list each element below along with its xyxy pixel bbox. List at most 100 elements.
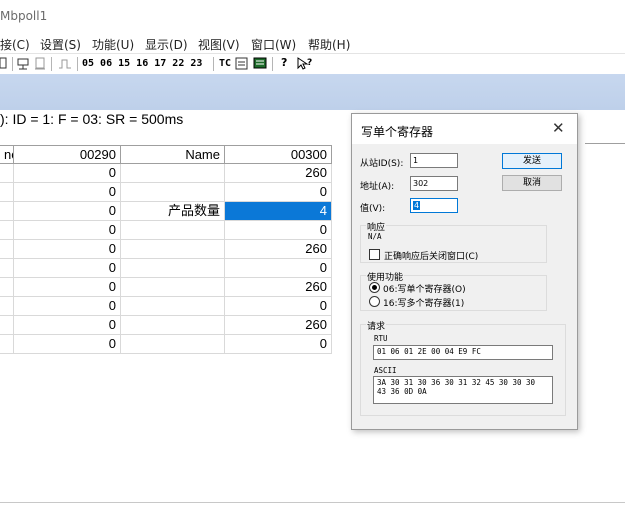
func-06-label[interactable]: 06:写单个寄存器(O) <box>383 282 466 295</box>
table-cell[interactable] <box>121 221 225 240</box>
menu-bar: 接(C) 设置(S) 功能(U) 显示(D) 视图(V) 窗口(W) 帮助(H) <box>0 33 625 53</box>
table-cell[interactable] <box>0 297 14 316</box>
table-cell[interactable]: 0 <box>225 335 332 354</box>
table-cell[interactable]: 260 <box>225 316 332 335</box>
slave-id-field[interactable]: 1 <box>410 153 458 168</box>
menu-window[interactable]: 窗口(W) <box>251 36 296 53</box>
close-after-response-checkbox[interactable] <box>369 249 380 260</box>
dialog-title: 写单个寄存器 <box>361 125 434 139</box>
close-after-response-label[interactable]: 正确响应后关闭窗口(C) <box>384 249 478 262</box>
func-16-radio[interactable] <box>369 296 380 307</box>
table-cell[interactable]: 0 <box>14 316 121 335</box>
table-cell[interactable] <box>0 240 14 259</box>
table-cell[interactable] <box>0 335 14 354</box>
context-help-icon[interactable]: ? <box>297 57 313 71</box>
table-cell[interactable]: 0 <box>14 164 121 183</box>
table-cell-name-product-count[interactable]: 产品数量 <box>121 202 225 221</box>
function-code-buttons[interactable]: 05 06 15 16 17 22 23 <box>82 57 202 71</box>
pulse-icon[interactable] <box>58 57 72 71</box>
table-cell[interactable] <box>0 183 14 202</box>
table-cell[interactable]: 0 <box>225 259 332 278</box>
table-cell[interactable] <box>0 202 14 221</box>
send-button[interactable]: 发送 <box>502 153 562 169</box>
rtu-request-box: 01 06 01 2E 00 04 E9 FC <box>373 345 553 360</box>
menu-display[interactable]: 显示(D) <box>145 36 188 53</box>
tc-button[interactable]: TC <box>219 57 231 71</box>
monitor-icon[interactable] <box>253 57 267 71</box>
connect-icon[interactable] <box>17 57 31 71</box>
table-cell[interactable] <box>0 221 14 240</box>
table-cell[interactable] <box>121 183 225 202</box>
value-label: 值(V): <box>360 204 386 214</box>
table-cell[interactable]: 0 <box>14 202 121 221</box>
communication-icon[interactable] <box>235 57 249 71</box>
table-cell[interactable] <box>0 164 14 183</box>
mdi-caption-band <box>0 74 625 110</box>
toolbar-separator <box>12 57 13 71</box>
value-field-text: 4 <box>413 201 421 210</box>
ascii-label: ASCII <box>374 366 397 375</box>
column-header-00290[interactable]: 00290 <box>14 145 121 164</box>
table-cell[interactable]: 0 <box>225 297 332 316</box>
table-cell[interactable]: 0 <box>14 240 121 259</box>
title-bar: Mbpoll1 <box>0 0 625 32</box>
table-cell[interactable] <box>0 259 14 278</box>
close-icon[interactable]: ✕ <box>552 119 565 137</box>
table-cell[interactable] <box>121 164 225 183</box>
table-cell[interactable] <box>121 278 225 297</box>
value-field[interactable]: 4 <box>410 198 458 213</box>
ascii-line-2: 43 36 0D 0A <box>377 387 427 396</box>
disconnect-icon[interactable] <box>34 57 48 71</box>
menu-settings[interactable]: 设置(S) <box>40 36 81 53</box>
window-icon[interactable] <box>0 57 8 71</box>
menu-help[interactable]: 帮助(H) <box>308 36 350 53</box>
table-cell[interactable] <box>0 278 14 297</box>
table-cell-selected[interactable]: 4 <box>225 202 332 221</box>
table-cell[interactable] <box>121 240 225 259</box>
menu-view[interactable]: 视图(V) <box>198 36 240 53</box>
table-cell[interactable] <box>0 316 14 335</box>
table-cell[interactable]: 0 <box>14 278 121 297</box>
table-cell[interactable]: 0 <box>14 297 121 316</box>
column-header-name-1[interactable]: ne <box>0 145 14 164</box>
poll-status-line: ): ID = 1: F = 03: SR = 500ms <box>0 111 184 127</box>
menu-connection[interactable]: 接(C) <box>0 36 30 53</box>
window-bottom-border <box>0 502 625 503</box>
ascii-request-box: 3A 30 31 30 36 30 31 32 45 30 30 30 43 3… <box>373 376 553 404</box>
address-label: 地址(A): <box>360 182 395 192</box>
help-icon[interactable]: ? <box>281 56 287 70</box>
table-cell[interactable]: 0 <box>225 183 332 202</box>
table-cell[interactable] <box>121 316 225 335</box>
request-group-label: 请求 <box>366 319 387 332</box>
column-header-name-2[interactable]: Name <box>121 145 225 164</box>
rtu-label: RTU <box>374 334 388 343</box>
table-cell[interactable] <box>121 259 225 278</box>
table-cell[interactable]: 260 <box>225 164 332 183</box>
table-cell[interactable]: 0 <box>14 259 121 278</box>
column-header-00300[interactable]: 00300 <box>225 145 332 164</box>
func-06-radio[interactable] <box>369 282 380 293</box>
response-value: N/A <box>368 232 382 241</box>
dialog-title-bar[interactable]: 写单个寄存器 ✕ <box>352 114 577 144</box>
menu-functions[interactable]: 功能(U) <box>92 36 134 53</box>
address-field[interactable]: 302 <box>410 176 458 191</box>
slave-id-label: 从站ID(S): <box>360 159 404 169</box>
table-cell[interactable]: 0 <box>225 221 332 240</box>
table-cell[interactable]: 260 <box>225 278 332 297</box>
toolbar-separator <box>51 57 52 71</box>
header-line-extension <box>585 143 625 144</box>
table-cell[interactable]: 0 <box>14 221 121 240</box>
table-cell[interactable] <box>121 297 225 316</box>
table-cell[interactable]: 0 <box>14 183 121 202</box>
table-cell[interactable] <box>121 335 225 354</box>
toolbar: 05 06 15 16 17 22 23 TC ? ? <box>0 53 625 73</box>
table-cell[interactable]: 260 <box>225 240 332 259</box>
table-cell[interactable]: 0 <box>14 335 121 354</box>
window-title: Mbpoll1 <box>0 9 48 23</box>
cancel-button[interactable]: 取消 <box>502 175 562 191</box>
toolbar-separator <box>213 57 214 71</box>
write-single-register-dialog: 写单个寄存器 ✕ 从站ID(S): 1 地址(A): 302 值(V): 4 发… <box>351 113 578 430</box>
svg-text:?: ? <box>307 58 312 68</box>
toolbar-separator <box>272 57 273 71</box>
func-16-label[interactable]: 16:写多个寄存器(1) <box>383 296 464 309</box>
